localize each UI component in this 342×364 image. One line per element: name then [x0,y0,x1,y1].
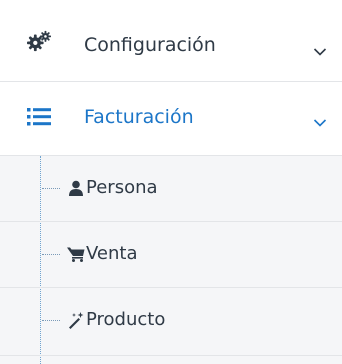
menu-label-facturacion: Facturación [84,106,194,128]
menu-label-configuracion: Configuración [84,34,216,56]
submenu-label-producto: Producto [86,309,166,330]
submenu-label-venta: Venta [86,243,138,264]
user-icon [67,179,85,197]
menu-item-facturacion[interactable]: Facturación [0,82,342,156]
chevron-down-icon[interactable] [313,42,327,56]
submenu-item-venta[interactable]: Venta [0,222,342,288]
submenu-facturacion: Persona Venta Producto [0,156,342,364]
cart-icon [67,245,85,263]
list-icon [27,106,51,128]
tree-branch [42,254,60,255]
cogs-icon [27,30,51,52]
sidebar-menu: Configuración Facturación Persona Venta … [0,0,342,364]
submenu-label-persona: Persona [86,177,158,198]
menu-item-configuracion[interactable]: Configuración [0,0,342,82]
chevron-down-icon[interactable] [313,113,327,127]
submenu-item-producto[interactable]: Producto [0,288,342,356]
submenu-item-persona[interactable]: Persona [0,156,342,222]
tree-branch [42,320,60,321]
tree-branch [42,188,60,189]
magic-wand-icon [67,311,85,329]
